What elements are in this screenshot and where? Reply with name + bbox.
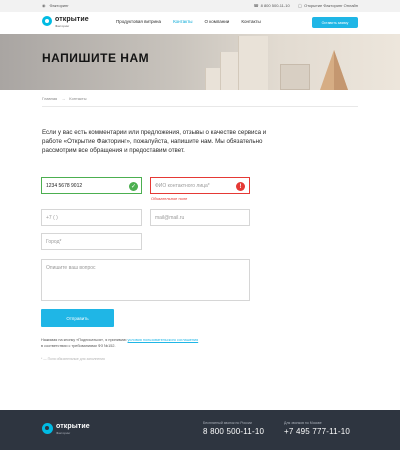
submit-button[interactable]: Отправить: [41, 309, 114, 327]
hero-cone-shade: [334, 50, 348, 90]
footer-logo-icon: [42, 423, 53, 434]
page-title: НАПИШИТЕ НАМ: [42, 51, 150, 65]
hero-cube-shape: [280, 64, 310, 90]
breadcrumb-current: Контакты: [69, 96, 87, 101]
intro-text: Если у вас есть комментарии или предложе…: [42, 129, 267, 154]
topbar-phone-number: 8 800 500-11-10: [260, 3, 290, 8]
hero-banner: НАПИШИТЕ НАМ: [0, 34, 400, 90]
topbar-online-link[interactable]: ◯ Открытие Факторинг Онлайн: [298, 3, 358, 8]
footer-phone-russia-label: Бесплатный звонок по России: [203, 421, 252, 425]
city-placeholder: Город*: [46, 238, 62, 245]
footer-phone-russia: Бесплатный звонок по России 8 800 500-11…: [203, 421, 264, 436]
nav-item-products[interactable]: Продуктовая витрина: [116, 19, 161, 24]
email-placeholder: mail@mail.ru: [155, 214, 185, 221]
breadcrumb-home[interactable]: Главная: [42, 96, 57, 101]
footer-phone-russia-number[interactable]: 8 800 500-11-10: [203, 427, 264, 436]
breadcrumb: Главная → Контакты: [42, 96, 87, 101]
circle-icon: ◉: [42, 3, 46, 8]
logo[interactable]: открытие Факторинг: [42, 16, 89, 28]
footer: открытие Факторинг Бесплатный звонок по …: [0, 410, 400, 450]
phone-icon: ☎: [253, 3, 259, 8]
topbar-online-label: Открытие Факторинг Онлайн: [304, 3, 358, 8]
main-nav: Продуктовая витрина Контакты О компании …: [116, 19, 261, 24]
message-textarea[interactable]: Опишите ваш вопрос: [41, 259, 250, 301]
hero-step-shape: [238, 36, 268, 90]
consent-text: Нажимая на кнопку «Подписаться», я прини…: [41, 338, 291, 349]
nav-item-about[interactable]: О компании: [205, 19, 230, 24]
top-bar-right: ☎ 8 800 500-11-10 ◯ Открытие Факторинг Онл…: [254, 3, 358, 8]
user-icon: ◯: [297, 3, 303, 8]
consent-suffix: в соответствии с требованиями ФЗ №152.: [41, 343, 116, 348]
city-field[interactable]: Город*: [41, 233, 142, 250]
footer-logo-subtitle: Факторинг: [56, 431, 71, 435]
top-bar-left: ◉ Факторинг: [42, 3, 69, 8]
account-number-field[interactable]: 1234 5678 9012 ✓: [41, 177, 142, 194]
header: открытие Факторинг Продуктовая витрина К…: [0, 12, 400, 41]
required-footnote: * — Поля обязательные для заполнения: [41, 357, 105, 361]
breadcrumb-separator: →: [61, 96, 66, 101]
fio-error-text: Обязательное поле: [151, 196, 188, 201]
logo-name: открытие: [55, 16, 89, 23]
nav-item-contacts-active[interactable]: Контакты: [173, 19, 192, 24]
check-icon: ✓: [129, 182, 138, 191]
fio-placeholder: ФИО контактного лица*: [155, 182, 210, 189]
nav-item-contacts[interactable]: Контакты: [241, 19, 260, 24]
footer-phone-moscow-number[interactable]: +7 495 777-11-10: [284, 427, 350, 436]
account-number-value: 1234 5678 9012: [46, 182, 83, 189]
message-placeholder: Опишите ваш вопрос: [46, 265, 96, 271]
footer-logo-text: открытие Факторинг: [56, 423, 90, 435]
footer-phone-moscow: Для звонков по Москве +7 495 777-11-10: [284, 421, 350, 436]
error-icon: !: [236, 182, 245, 191]
footer-logo[interactable]: открытие Факторинг: [42, 423, 90, 435]
phone-placeholder: +7 ( ): [46, 214, 58, 221]
divider: [42, 106, 358, 107]
logo-icon: [42, 16, 52, 26]
topbar-factoring-label: Факторинг: [49, 3, 69, 8]
logo-text: открытие Факторинг: [55, 16, 89, 28]
top-bar: ◉ Факторинг ☎ 8 800 500-11-10 ◯ Открытие Ф…: [0, 0, 400, 12]
footer-logo-name: открытие: [56, 423, 90, 430]
consent-prefix: Нажимая на кнопку «Подписаться», я прини…: [41, 338, 127, 342]
email-field[interactable]: mail@mail.ru: [150, 209, 250, 226]
apply-button[interactable]: Оставить заявку: [312, 17, 358, 28]
fio-field[interactable]: ФИО контактного лица* !: [150, 177, 250, 194]
terms-link[interactable]: условия пользовательского соглашения: [128, 338, 199, 342]
logo-subtitle: Факторинг: [55, 24, 70, 28]
phone-field[interactable]: +7 ( ): [41, 209, 142, 226]
topbar-phone[interactable]: ☎ 8 800 500-11-10: [254, 3, 290, 8]
footer-phone-moscow-label: Для звонков по Москве: [284, 421, 322, 425]
